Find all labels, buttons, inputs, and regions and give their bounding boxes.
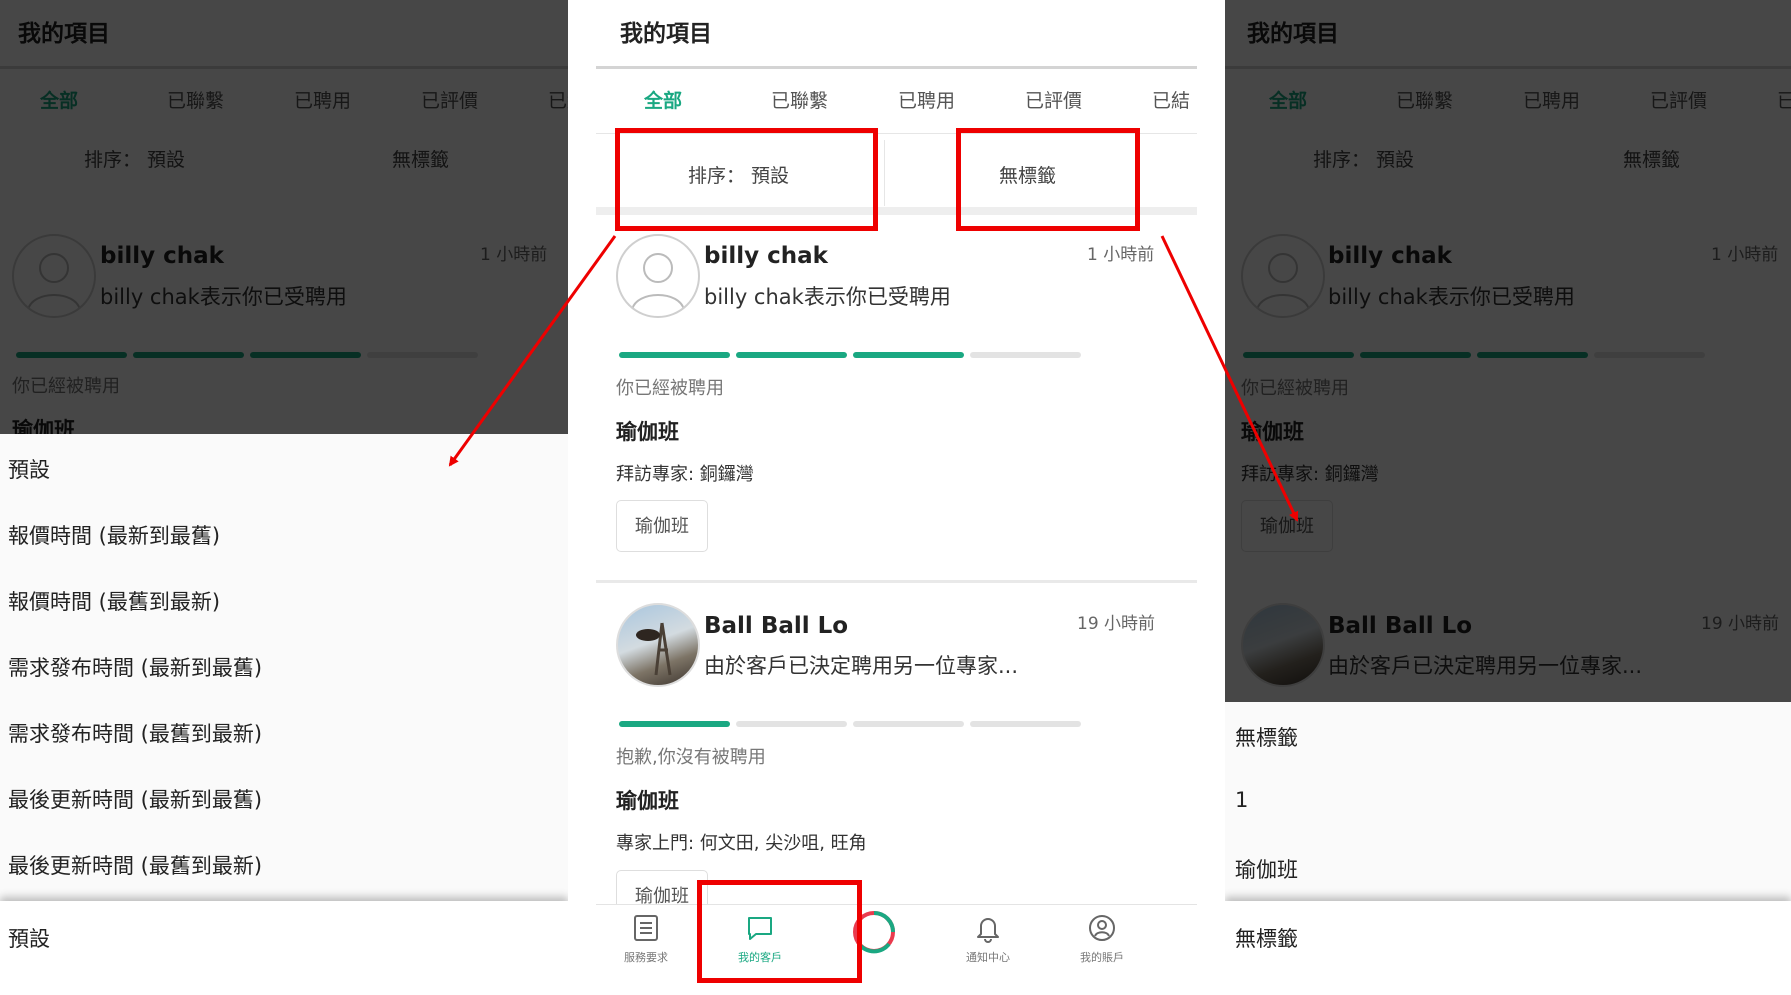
arrow-to-sort-sheet bbox=[448, 235, 617, 467]
annotation-arrows bbox=[448, 235, 1299, 522]
arrow-to-tag-sheet bbox=[1160, 235, 1299, 522]
